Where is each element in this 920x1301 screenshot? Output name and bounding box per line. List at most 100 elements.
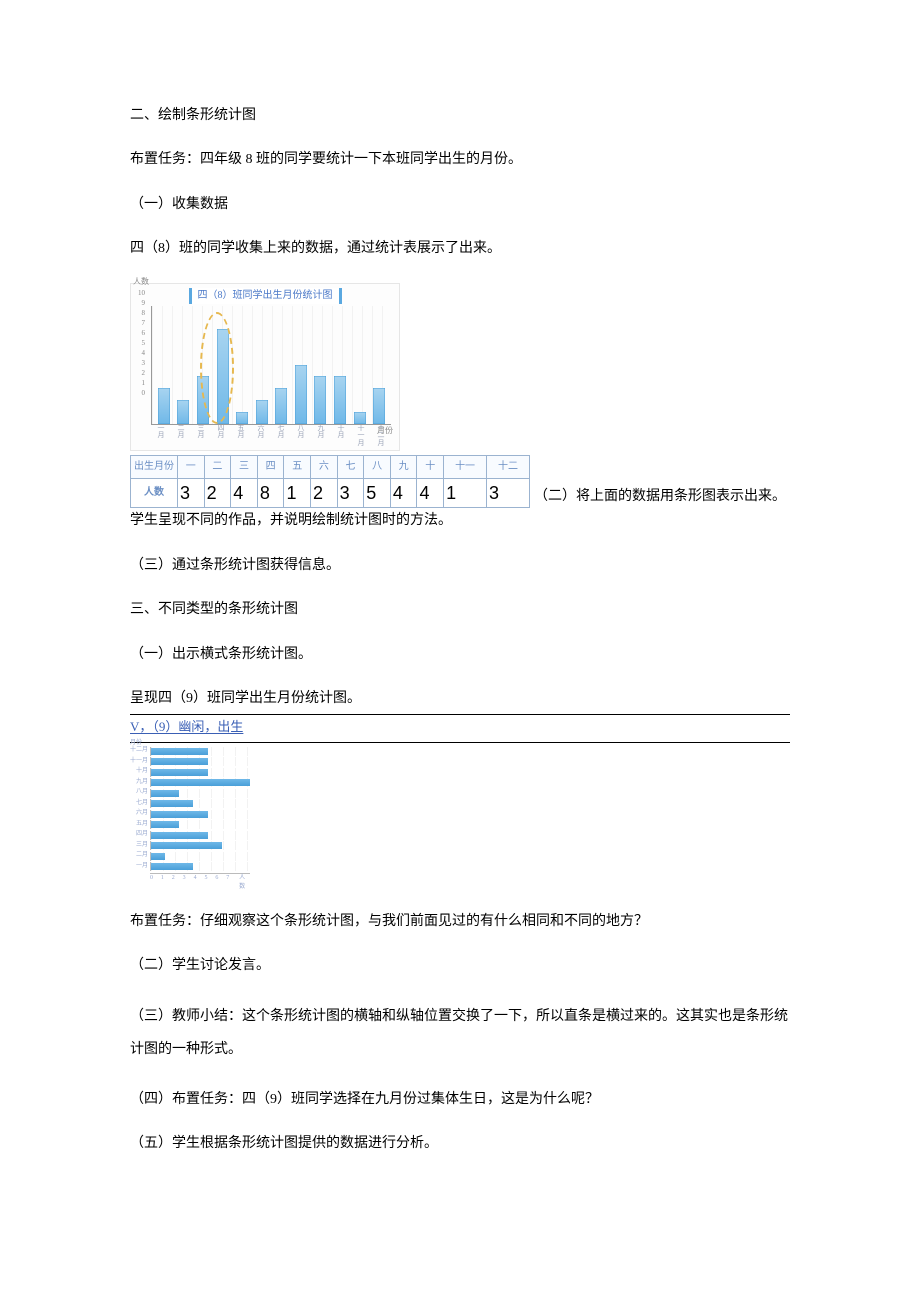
- chart2-row: 四月: [130, 831, 250, 840]
- chart2-row-label: 一月: [130, 862, 150, 872]
- table-value-cell: 3: [487, 478, 530, 508]
- chart1-bar: [275, 388, 287, 423]
- student-work-text: 学生呈现不同的作品，并说明绘制统计图时的方法。: [130, 510, 790, 532]
- table-value-label: 人数: [131, 478, 178, 508]
- chart1-bar: [373, 388, 385, 423]
- chart2-row-label: 二月: [130, 851, 150, 861]
- table-header-cell: 八: [364, 455, 391, 478]
- sub-3-4: （四）布置任务：四（9）班同学选择在九月份过集体生日，这是为什么呢？: [130, 1089, 790, 1111]
- chart2-row: 二月: [130, 852, 250, 861]
- chart2-row-label: 三月: [130, 841, 150, 851]
- chart2-bar: [151, 863, 193, 870]
- chart1-title: 四（8）班同学出生月份统计图: [135, 288, 395, 304]
- table-header-cell: 十二: [487, 455, 530, 478]
- chart2-row-label: 七月: [130, 799, 150, 809]
- chart2-row-label: 八月: [130, 788, 150, 798]
- table-value-cell: 1: [444, 478, 487, 508]
- chart1-xlabel: 月份: [377, 425, 393, 438]
- task-2: 布置任务：仔细观察这个条形统计图，与我们前面见过的有什么相同和不同的地方？: [130, 911, 790, 933]
- chart2-row: 三月: [130, 841, 250, 850]
- table-value-cell: 4: [390, 478, 417, 508]
- table-value-cell: 3: [178, 478, 205, 508]
- section-3-heading: 三、不同类型的条形统计图: [130, 599, 790, 621]
- chart2-bar: [151, 842, 222, 849]
- table-header-cell: 九: [390, 455, 417, 478]
- chart2-ylabel: 月份: [130, 739, 142, 749]
- chart2-bar: [151, 790, 179, 797]
- chart2-row: 十二月: [130, 747, 250, 756]
- chart2-row: 五月: [130, 820, 250, 829]
- table-header-cell: 七: [337, 455, 364, 478]
- task-1: 布置任务：四年级 8 班的同学要统计一下本班同学出生的月份。: [130, 149, 790, 171]
- table-value-cell: 5: [364, 478, 391, 508]
- chart1-bar: [158, 388, 170, 423]
- chart2-row-label: 六月: [130, 809, 150, 819]
- chart2-row: 十月: [130, 768, 250, 777]
- chart2-bar: [151, 832, 208, 839]
- chart2-bar: [151, 769, 208, 776]
- chart2-bar: [151, 853, 165, 860]
- table-value-cell: 3: [337, 478, 364, 508]
- table-header-label: 出生月份: [131, 455, 178, 478]
- chart1-bar: [236, 412, 248, 424]
- chart2-bar: [151, 779, 250, 786]
- sub-2-text: （二）将上面的数据用条形图表示出来。: [534, 486, 786, 508]
- chart1-xticks: 一月二月三月四月五月六月七月八月九月十月十一月十二月: [151, 425, 391, 448]
- chart1-bar: [354, 412, 366, 424]
- chart2-row-label: 九月: [130, 778, 150, 788]
- sub-3-3: （三）教师小结：这个条形统计图的横轴和纵轴位置交换了一下，所以直条是横过来的。这…: [130, 1000, 790, 1067]
- chart2-bar: [151, 800, 193, 807]
- birth-month-table: 出生月份 一二三四五六七八九十十一十二 人数 324812354413: [130, 455, 530, 509]
- sub-3-2: （二）学生讨论发言。: [130, 955, 790, 977]
- chart2-bar: [151, 748, 208, 755]
- table-header-cell: 六: [311, 455, 338, 478]
- sub-1-heading: （一）收集数据: [130, 194, 790, 216]
- chart2-row: 九月: [130, 778, 250, 787]
- chart2-bar: [151, 821, 179, 828]
- underline-block: V，（9）幽闲，出生: [130, 714, 790, 742]
- chart1-bar: [295, 365, 307, 424]
- chart-class8: 人数 四（8）班同学出生月份统计图 109876543210 一月二月三月四月五…: [130, 283, 790, 451]
- chart1-bar: [314, 376, 326, 423]
- sub-3-heading: （三）通过条形统计图获得信息。: [130, 555, 790, 577]
- table-header-cell: 三: [231, 455, 258, 478]
- sub-3-5: （五）学生根据条形统计图提供的数据进行分析。: [130, 1133, 790, 1155]
- chart1-plot: [151, 306, 391, 425]
- chart2-row-label: 十月: [130, 767, 150, 777]
- underline-text: V，（9）幽闲，出生: [130, 719, 243, 734]
- table-value-cell: 2: [311, 478, 338, 508]
- chart1-bar: [217, 329, 229, 423]
- chart1-bar: [197, 376, 209, 423]
- chart2-row: 七月: [130, 799, 250, 808]
- chart2-row: 十一月: [130, 757, 250, 766]
- table-header-cell: 十一: [444, 455, 487, 478]
- chart2-row-label: 五月: [130, 820, 150, 830]
- table-value-cell: 2: [204, 478, 231, 508]
- chart1-bar: [177, 400, 189, 424]
- sub-1-text: 四（8）班的同学收集上来的数据，通过统计表展示了出来。: [130, 238, 790, 260]
- chart2-row-label: 四月: [130, 830, 150, 840]
- chart2-bar: [151, 758, 208, 765]
- chart2-bar: [151, 811, 208, 818]
- table-header-cell: 二: [204, 455, 231, 478]
- document-page: 二、绘制条形统计图 布置任务：四年级 8 班的同学要统计一下本班同学出生的月份。…: [0, 0, 920, 1238]
- chart2-row: 六月: [130, 810, 250, 819]
- table-header-cell: 十: [417, 455, 444, 478]
- chart-class9: 月份 十二月十一月十月九月八月七月六月五月四月三月二月一月 01234567人数: [130, 747, 250, 893]
- table-value-cell: 8: [257, 478, 284, 508]
- table-value-cell: 4: [417, 478, 444, 508]
- table-header-cell: 五: [284, 455, 311, 478]
- chart2-row: 一月: [130, 862, 250, 871]
- chart1-bar: [256, 400, 268, 424]
- section-2-heading: 二、绘制条形统计图: [130, 105, 790, 127]
- data-table-row: 出生月份 一二三四五六七八九十十一十二 人数 324812354413 （二）将…: [130, 453, 790, 509]
- table-header-cell: 四: [257, 455, 284, 478]
- table-header-cell: 一: [178, 455, 205, 478]
- chart2-xaxis: 01234567人数: [150, 873, 250, 893]
- chart2-row-label: 十一月: [130, 757, 150, 767]
- chart2-row: 八月: [130, 789, 250, 798]
- chart1-yticks: 109876543210: [133, 288, 145, 398]
- chart1-bar: [334, 376, 346, 423]
- sub-3-1-heading: （一）出示横式条形统计图。: [130, 644, 790, 666]
- table-value-cell: 1: [284, 478, 311, 508]
